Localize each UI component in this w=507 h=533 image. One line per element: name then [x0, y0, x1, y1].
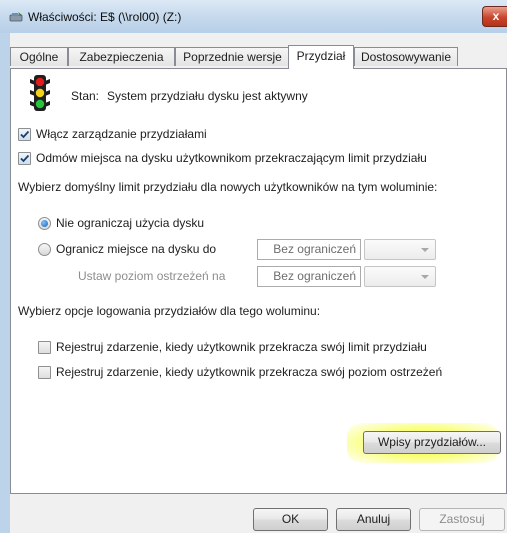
no-limit-label[interactable]: Nie ograniczaj użycia dysku: [56, 216, 204, 230]
chevron-down-icon: [421, 248, 429, 252]
log-warning-checkbox[interactable]: [38, 366, 51, 379]
warning-unit-dropdown[interactable]: [364, 266, 436, 287]
limit-radio[interactable]: [38, 243, 51, 256]
tab-previous-versions[interactable]: Poprzednie wersje: [175, 47, 290, 66]
close-button[interactable]: x: [482, 6, 507, 27]
deny-space-label[interactable]: Odmów miejsca na dysku użytkownikom prze…: [36, 151, 427, 165]
warning-value-field[interactable]: Bez ograniczeń: [257, 266, 361, 287]
apply-button[interactable]: Zastosuj: [419, 508, 505, 531]
log-warning-label[interactable]: Rejestruj zdarzenie, kiedy użytkownik pr…: [56, 365, 442, 379]
deny-space-checkbox[interactable]: [18, 152, 31, 165]
quota-panel: Stan: System przydziału dysku jest aktyw…: [10, 68, 507, 494]
limit-label[interactable]: Ogranicz miejsce na dysku do: [56, 242, 216, 256]
checkmark-icon: [20, 130, 30, 139]
window-title: Właściwości: E$ (\\rol00) (Z:): [28, 10, 182, 24]
tab-quota[interactable]: Przydział: [288, 45, 354, 69]
radio-selected-dot: [41, 220, 48, 227]
status-label: Stan:: [71, 89, 100, 103]
enable-quota-label[interactable]: Włącz zarządzanie przydziałami: [36, 127, 207, 141]
warning-label: Ustaw poziom ostrzeżeń na: [78, 269, 226, 283]
limit-value-field[interactable]: Bez ograniczeń: [257, 239, 361, 260]
limit-unit-dropdown[interactable]: [364, 239, 436, 260]
traffic-light-icon: [30, 75, 50, 111]
tab-general[interactable]: Ogólne: [10, 47, 68, 66]
chevron-down-icon: [421, 275, 429, 279]
properties-window: Właściwości: E$ (\\rol00) (Z:) x Ogólne …: [0, 0, 507, 533]
close-icon: x: [492, 9, 500, 23]
default-limit-heading: Wybierz domyślny limit przydziału dla no…: [18, 180, 438, 194]
tab-customize[interactable]: Dostosowywanie: [354, 47, 458, 66]
tab-strip: Ogólne Zabezpieczenia Poprzednie wersje …: [10, 45, 507, 69]
log-limit-label[interactable]: Rejestruj zdarzenie, kiedy użytkownik pr…: [56, 340, 427, 354]
dialog-body: Ogólne Zabezpieczenia Poprzednie wersje …: [10, 33, 507, 533]
title-bar[interactable]: Właściwości: E$ (\\rol00) (Z:) x: [0, 0, 507, 33]
enable-quota-checkbox[interactable]: [18, 128, 31, 141]
status-value: System przydziału dysku jest aktywny: [107, 89, 308, 103]
tab-security[interactable]: Zabezpieczenia: [68, 47, 175, 66]
drive-icon: [9, 12, 23, 22]
no-limit-radio[interactable]: [38, 217, 51, 230]
log-limit-checkbox[interactable]: [38, 341, 51, 354]
quota-entries-button[interactable]: Wpisy przydziałów...: [363, 431, 501, 454]
ok-button[interactable]: OK: [253, 508, 328, 531]
cancel-button[interactable]: Anuluj: [336, 508, 411, 531]
checkmark-icon: [20, 154, 30, 163]
logging-heading: Wybierz opcje logowania przydziałów dla …: [18, 304, 321, 318]
